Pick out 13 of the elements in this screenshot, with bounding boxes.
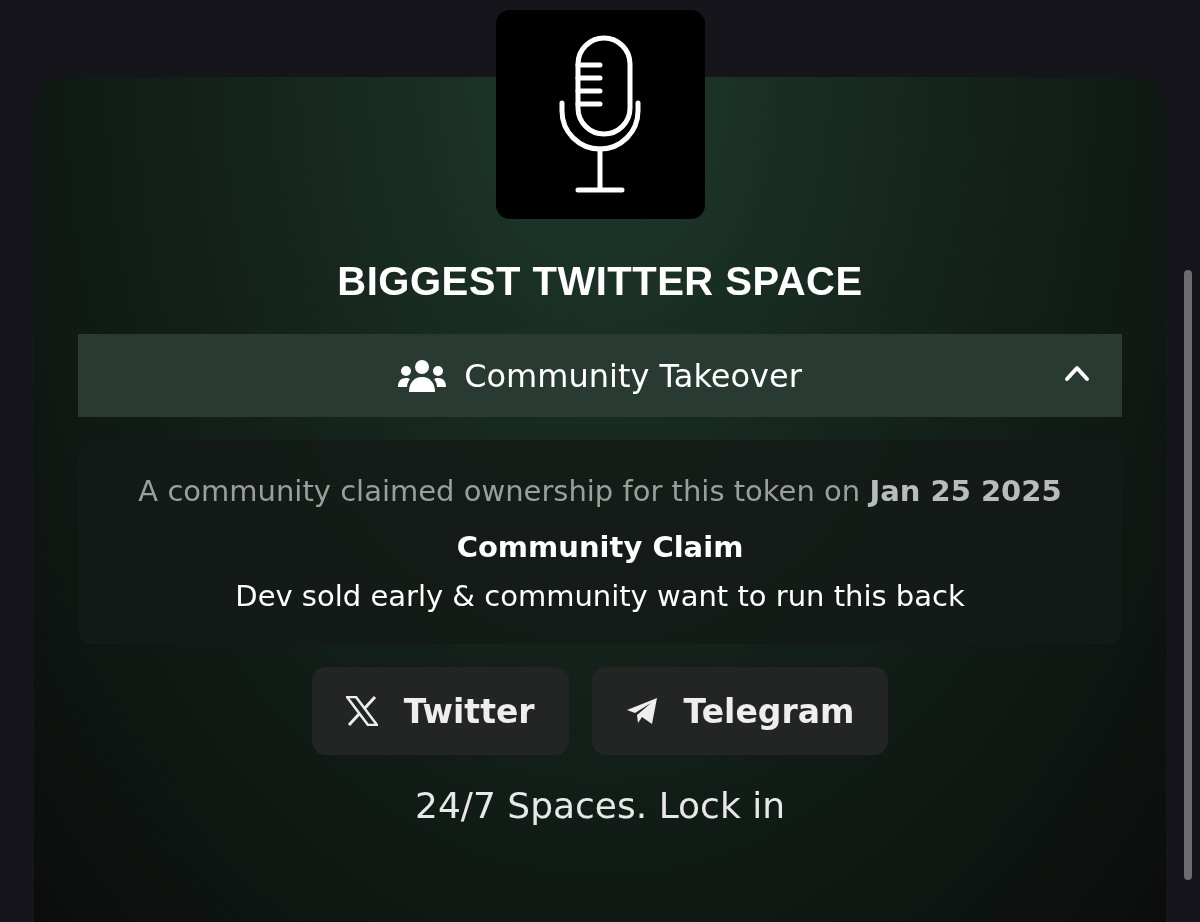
paper-plane-icon xyxy=(625,697,658,725)
social-link-button[interactable]: Telegram xyxy=(591,667,889,755)
claim-title: Community Claim xyxy=(456,529,744,566)
social-link-button[interactable]: Twitter xyxy=(311,667,569,755)
takeover-header[interactable]: Community Takeover xyxy=(78,334,1122,417)
people-icon xyxy=(398,358,447,393)
scrollbar[interactable] xyxy=(1184,270,1192,880)
token-title: BIGGEST TWITTER SPACE xyxy=(337,259,863,304)
token-description: 24/7 Spaces. Lock in xyxy=(415,785,785,826)
x-logo-icon xyxy=(345,696,378,726)
takeover-label: Community Takeover xyxy=(464,356,802,395)
claim-sentence: A community claimed ownership for this token on Jan 25 2025 xyxy=(138,473,1062,510)
claim-text: Dev sold early & community want to run this back xyxy=(235,578,965,615)
